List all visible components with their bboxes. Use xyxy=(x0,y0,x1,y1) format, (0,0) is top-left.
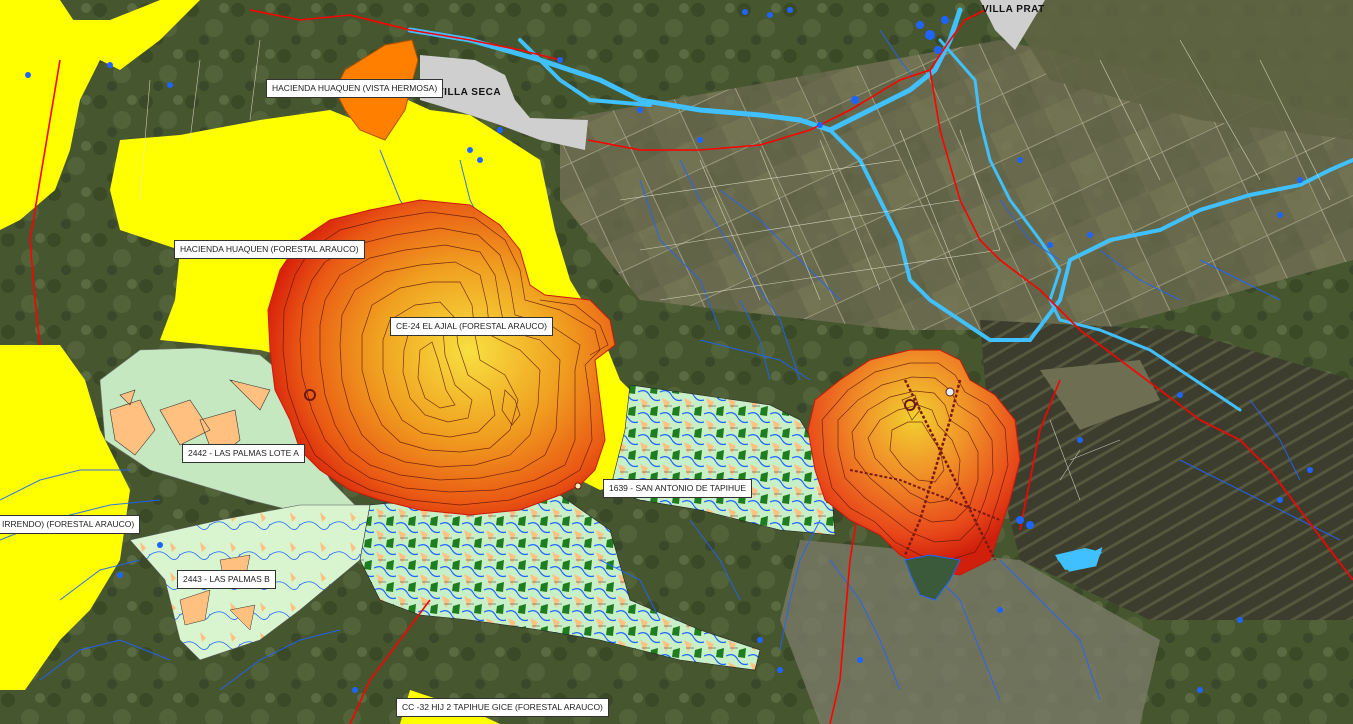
label-hacienda-vista-hermosa[interactable]: HACIENDA HUAQUEN (VISTA HERMOSA) xyxy=(266,79,444,98)
town-label-villa-seca: VILLA SECA xyxy=(437,87,502,98)
label-forestal-left[interactable]: IRRENDO) (FORESTAL ARAUCO) xyxy=(0,515,141,534)
town-label-villa-prat: VILLA PRAT xyxy=(982,4,1045,15)
label-hacienda-forestal[interactable]: HACIENDA HUAQUEN (FORESTAL ARAUCO) xyxy=(174,240,365,259)
map-canvas[interactable] xyxy=(0,0,1353,724)
label-san-antonio-tapihue[interactable]: 1639 - SAN ANTONIO DE TAPIHUE xyxy=(603,479,752,498)
label-las-palmas-lote-a[interactable]: 2442 - LAS PALMAS LOTE A xyxy=(182,444,305,463)
label-cc32-tapihue[interactable]: CC -32 HIJ 2 TAPIHUE GICE (FORESTAL ARAU… xyxy=(396,698,609,717)
label-ce24-el-ajial[interactable]: CE-24 EL AJIAL (FORESTAL ARAUCO) xyxy=(390,317,553,336)
label-las-palmas-b[interactable]: 2443 - LAS PALMAS B xyxy=(177,570,276,589)
